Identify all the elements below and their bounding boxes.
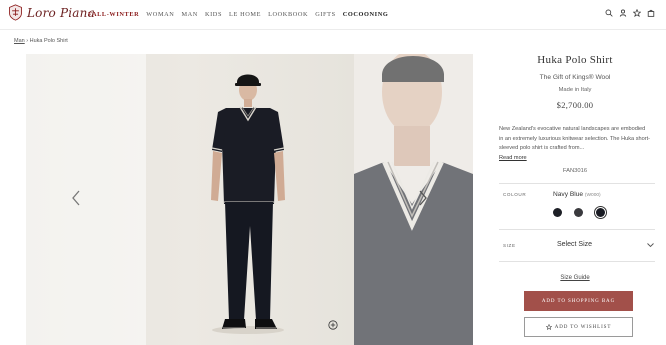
nav-item-woman[interactable]: Woman (146, 11, 174, 18)
read-more-link[interactable]: Read more (499, 155, 527, 161)
product-title: Huka Polo Shirt (537, 54, 613, 66)
product-description: New Zealand's evocative natural landscap… (499, 126, 650, 151)
size-label: Size (503, 243, 516, 248)
nav-item-lookbook[interactable]: Lookbook (268, 11, 308, 18)
account-icon[interactable] (619, 9, 627, 17)
search-icon[interactable] (605, 9, 613, 17)
nav-item-kids[interactable]: Kids (205, 11, 222, 18)
breadcrumb: Man › Huka Polo Shirt (14, 38, 68, 44)
product-gallery (26, 54, 473, 345)
product-price: $2,700.00 (556, 100, 594, 110)
brand-logo[interactable]: Loro Piana (7, 4, 95, 21)
breadcrumb-current: Huka Polo Shirt (29, 38, 68, 44)
nav-item-fall-winter[interactable]: Fall-Winter (88, 11, 139, 18)
add-to-wishlist-button[interactable]: Add to Wishlist (524, 317, 633, 337)
image-left-fade (26, 54, 146, 345)
divider (499, 261, 655, 262)
gallery-prev-arrow-icon[interactable] (70, 189, 82, 207)
brand-crest-icon (9, 4, 22, 21)
gallery-next-arrow-icon[interactable] (417, 189, 429, 207)
breadcrumb-parent[interactable]: Man (14, 38, 25, 44)
add-to-wishlist-label: Add to Wishlist (554, 324, 612, 330)
chevron-down-icon[interactable] (647, 242, 654, 248)
divider (499, 183, 655, 184)
colour-swatch-3[interactable] (593, 205, 608, 220)
size-guide-link[interactable]: Size Guide (495, 275, 655, 281)
brand-name: Loro Piana (27, 5, 95, 20)
product-image-detail (354, 54, 473, 345)
size-select[interactable]: Select Size (557, 241, 592, 248)
main-nav: Fall-Winter Woman Man Kids Le Home Lookbook Gi… (88, 11, 388, 18)
nav-item-gifts[interactable]: Gifts (315, 11, 336, 18)
product-sku: FAN3016 (562, 168, 588, 174)
image-right-fade (354, 54, 473, 345)
nav-item-man[interactable]: Man (181, 11, 198, 18)
wishlist-star-icon (545, 324, 552, 330)
colour-swatch-1[interactable] (553, 208, 562, 217)
zoom-plus-icon[interactable] (328, 320, 338, 330)
colour-label: Colour (503, 192, 527, 197)
product-subtitle: The Gift of Kings® Wool (539, 74, 611, 81)
colour-name: Navy Blue (W000) (553, 191, 601, 198)
wishlist-star-icon[interactable] (633, 9, 641, 17)
colour-code: (W000) (584, 193, 601, 198)
nav-item-le-home[interactable]: Le Home (229, 11, 261, 18)
add-to-bag-button[interactable]: Add to Shopping Bag (524, 291, 633, 311)
nav-item-cocooning[interactable]: Cocooning (343, 11, 389, 18)
header-icons (605, 9, 655, 17)
site-header: Loro Piana Fall-Winter Woman Man Kids Le Hom… (0, 0, 666, 30)
colour-name-text: Navy Blue (553, 191, 584, 198)
product-origin: Made in Italy (558, 87, 592, 93)
divider (499, 229, 655, 230)
colour-swatch-2[interactable] (574, 208, 583, 217)
shopping-bag-icon[interactable] (647, 9, 655, 17)
